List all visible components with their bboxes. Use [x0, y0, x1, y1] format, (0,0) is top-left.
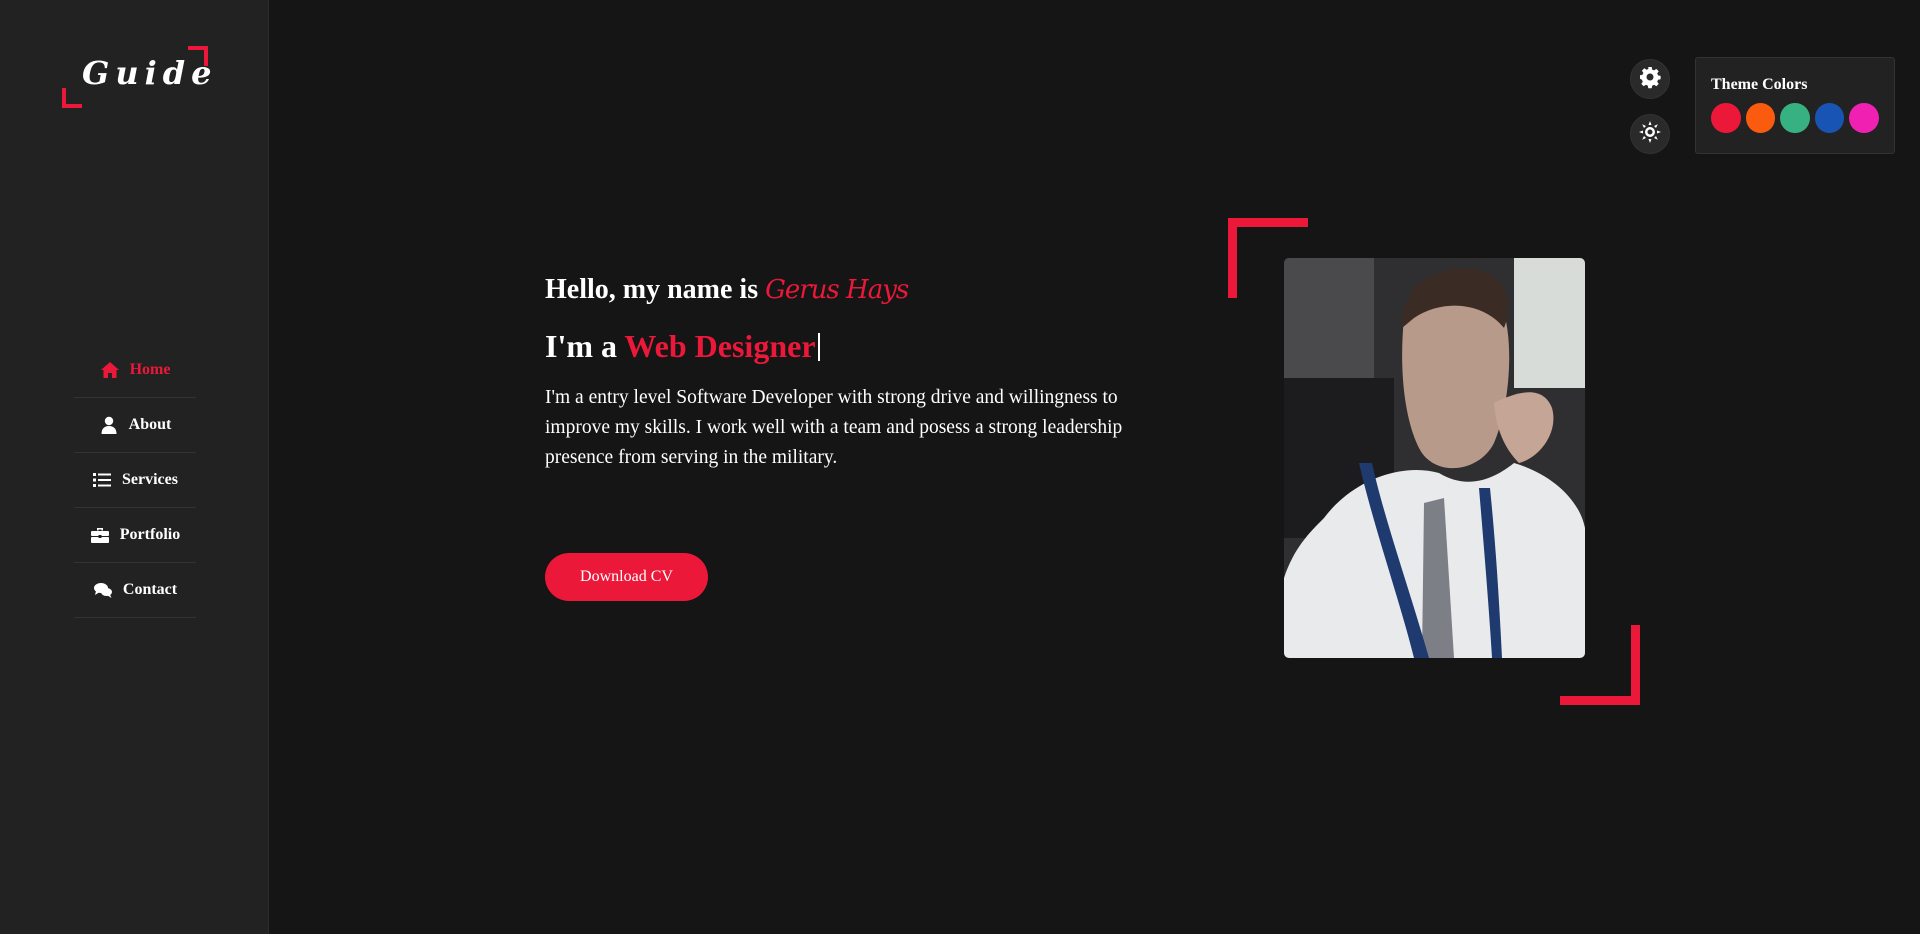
day-night-toggle[interactable]	[1630, 114, 1670, 154]
role-heading: I'm a Web Designer	[545, 328, 1165, 365]
theme-colors-panel: Theme Colors	[1695, 57, 1895, 154]
nav-item-label: About	[128, 416, 172, 433]
person-name: Gerus Hays	[765, 275, 909, 305]
logo-text: Guide	[82, 54, 218, 92]
profile-photo	[1284, 258, 1585, 658]
nav-item-label: Home	[129, 361, 171, 378]
hero-section: Hello, my name is Gerus Hays I'm a Web D…	[545, 274, 1165, 473]
color-swatch-red[interactable]	[1711, 103, 1741, 133]
style-switcher-toggle[interactable]	[1630, 59, 1670, 99]
comments-icon	[93, 581, 113, 599]
greeting-text: Hello, my name is	[545, 274, 766, 305]
color-swatches	[1711, 103, 1879, 133]
role-prefix: I'm a	[545, 328, 625, 364]
color-swatch-blue[interactable]	[1814, 103, 1845, 133]
nav-item-portfolio[interactable]: Portfolio	[74, 508, 196, 563]
greeting-heading: Hello, my name is Gerus Hays	[545, 274, 1165, 306]
nav-item-services[interactable]: Services	[74, 453, 196, 508]
gear-icon	[1638, 65, 1662, 93]
logo-corner-bottom-left	[62, 88, 82, 108]
list-icon	[92, 471, 112, 489]
nav-item-about[interactable]: About	[74, 398, 196, 453]
role-typed-text: Web Designer	[624, 328, 816, 364]
nav-item-contact[interactable]: Contact	[74, 563, 196, 618]
logo[interactable]: Guide	[62, 46, 211, 108]
download-cv-button[interactable]: Download CV	[545, 553, 708, 601]
nav-item-label: Services	[122, 471, 178, 488]
bio-paragraph: I'm a entry level Software Developer wit…	[545, 387, 1123, 468]
color-swatch-orange[interactable]	[1745, 103, 1776, 133]
sidebar-nav: Home About Services Portfolio Contact	[74, 343, 196, 618]
nav-item-home[interactable]: Home	[74, 343, 196, 398]
nav-item-label: Contact	[122, 581, 178, 598]
color-swatch-pink[interactable]	[1849, 103, 1879, 133]
home-icon	[100, 361, 120, 379]
theme-colors-title: Theme Colors	[1711, 76, 1808, 93]
typing-cursor	[817, 333, 820, 361]
sun-icon	[1638, 120, 1662, 148]
color-swatch-green[interactable]	[1780, 103, 1810, 133]
nav-item-label: Portfolio	[119, 526, 181, 543]
sidebar: Guide Home About Services Portfolio Cont…	[0, 0, 269, 934]
briefcase-icon	[90, 526, 110, 544]
user-icon	[99, 416, 119, 434]
